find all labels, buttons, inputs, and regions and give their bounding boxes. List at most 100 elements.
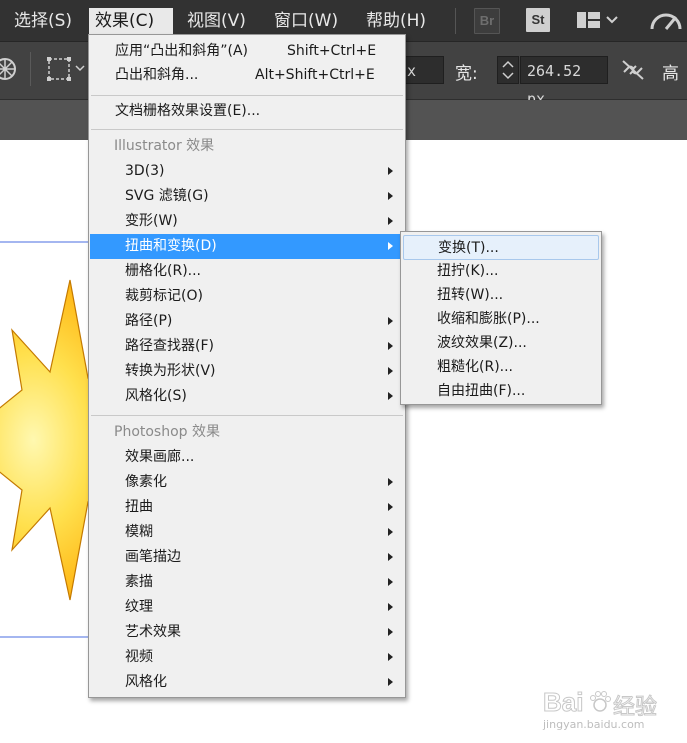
menu-item-label: 波纹效果(Z)... <box>437 335 527 351</box>
menu-select[interactable]: 选择(S) <box>8 8 78 34</box>
photoshop-effect-item-8[interactable]: 视频 <box>90 645 404 670</box>
gpu-performance-icon[interactable] <box>650 9 687 37</box>
baidu-jingyan-watermark: Bai 经验 jingyan.baidu.com <box>542 687 673 735</box>
recolor-wheel-icon[interactable] <box>0 56 18 86</box>
menu-item-label: 粗糙化(R)... <box>437 359 514 375</box>
menu-item-label: 画笔描边 <box>125 549 181 565</box>
distort-transform-item-2[interactable]: 扭转(W)... <box>403 283 599 308</box>
menu-item-label: 裁剪标记(O) <box>125 288 203 304</box>
illustrator-effect-item-9[interactable]: 风格化(S) <box>90 384 404 409</box>
menu-item-label: 路径(P) <box>125 313 173 329</box>
photoshop-effect-item-7[interactable]: 艺术效果 <box>90 620 404 645</box>
last-effect-item[interactable]: 凸出和斜角... Alt+Shift+Ctrl+E <box>90 63 404 88</box>
menu-item-label: 扭转(W)... <box>437 287 504 303</box>
transform-bounding-icon[interactable] <box>46 56 88 86</box>
menu-item-label: 模糊 <box>125 524 153 540</box>
submenu-arrow-icon <box>388 392 393 400</box>
distort-transform-item-1[interactable]: 扭拧(K)... <box>403 259 599 284</box>
menu-item-label: 收缩和膨胀(P)... <box>437 311 540 327</box>
photoshop-effect-item-6[interactable]: 纹理 <box>90 595 404 620</box>
menu-item-label: 栅格化(R)... <box>125 263 202 279</box>
photoshop-effect-item-1[interactable]: 像素化 <box>90 470 404 495</box>
illustrator-effects-heading: Illustrator 效果 <box>114 138 215 154</box>
menu-item-label: 自由扭曲(F)... <box>437 383 526 399</box>
watermark-brand: Bai <box>542 687 584 718</box>
width-label: 宽: <box>455 64 478 84</box>
photoshop-effects-heading: Photoshop 效果 <box>114 424 221 440</box>
menu-help[interactable]: 帮助(H) <box>360 8 432 34</box>
watermark-url: jingyan.baidu.com <box>543 718 645 731</box>
height-label: 高 <box>662 64 679 84</box>
submenu-arrow-icon <box>388 342 393 350</box>
menu-window[interactable]: 窗口(W) <box>268 8 344 34</box>
menu-effect[interactable]: 效果(C) <box>89 8 173 34</box>
distort-transform-item-6[interactable]: 自由扭曲(F)... <box>403 379 599 404</box>
menu-item-label: 素描 <box>125 574 153 590</box>
menu-item-label: 扭曲 <box>125 499 153 515</box>
submenu-arrow-icon <box>388 653 393 661</box>
distort-transform-item-5[interactable]: 粗糙化(R)... <box>403 355 599 380</box>
menu-item-label: 艺术效果 <box>125 624 181 640</box>
illustrator-effect-item-5[interactable]: 裁剪标记(O) <box>90 284 404 309</box>
apply-last-effect-item[interactable]: 应用“凸出和斜角”(A) Shift+Ctrl+E <box>90 39 404 64</box>
menu-view[interactable]: 视图(V) <box>181 8 252 34</box>
menu-item-label: SVG 滤镜(G) <box>125 188 209 204</box>
menu-item-label: 扭拧(K)... <box>437 263 499 279</box>
submenu-arrow-icon <box>388 242 393 250</box>
menu-separator <box>91 415 403 416</box>
photoshop-effect-item-9[interactable]: 风格化 <box>90 670 404 695</box>
menu-item-label: 转换为形状(V) <box>125 363 216 379</box>
illustrator-effect-item-3[interactable]: 扭曲和变换(D) <box>90 234 404 259</box>
submenu-arrow-icon <box>388 192 393 200</box>
width-stepper[interactable] <box>497 56 519 84</box>
menu-separator <box>91 95 403 96</box>
menu-item-label: 风格化 <box>125 674 167 690</box>
bridge-icon[interactable]: Br <box>474 8 500 34</box>
menu-item-label: 纹理 <box>125 599 153 615</box>
menu-item-label: 变换(T)... <box>438 240 499 256</box>
menu-separator <box>91 129 403 130</box>
submenu-arrow-icon <box>388 678 393 686</box>
submenu-arrow-icon <box>388 167 393 175</box>
menubar-divider <box>455 8 456 34</box>
submenu-arrow-icon <box>388 503 393 511</box>
illustrator-effect-item-7[interactable]: 路径查找器(F) <box>90 334 404 359</box>
paw-icon <box>589 691 611 717</box>
effect-menu-dropdown: 应用“凸出和斜角”(A) Shift+Ctrl+E 凸出和斜角... Alt+S… <box>88 34 406 698</box>
raster-settings-item[interactable]: 文档栅格效果设置(E)... <box>90 99 404 124</box>
submenu-arrow-icon <box>388 628 393 636</box>
menu-item-label: 风格化(S) <box>125 388 187 404</box>
workspace-layout-icon[interactable] <box>577 11 619 35</box>
watermark-brand-cn: 经验 <box>612 695 658 721</box>
distort-transform-item-0[interactable]: 变换(T)... <box>403 235 599 260</box>
illustrator-effect-item-2[interactable]: 变形(W) <box>90 209 404 234</box>
illustrator-effect-item-1[interactable]: SVG 滤镜(G) <box>90 184 404 209</box>
width-input[interactable]: 264.52 px <box>520 56 608 108</box>
constrain-proportions-link-icon[interactable] <box>620 58 646 86</box>
submenu-arrow-icon <box>388 528 393 536</box>
submenu-arrow-icon <box>388 578 393 586</box>
illustrator-effect-item-4[interactable]: 栅格化(R)... <box>90 259 404 284</box>
illustrator-effect-item-6[interactable]: 路径(P) <box>90 309 404 334</box>
submenu-arrow-icon <box>388 217 393 225</box>
submenu-arrow-icon <box>388 367 393 375</box>
menu-item-label: 变形(W) <box>125 213 178 229</box>
submenu-arrow-icon <box>388 478 393 486</box>
distort-transform-item-4[interactable]: 波纹效果(Z)... <box>403 331 599 356</box>
distort-transform-item-3[interactable]: 收缩和膨胀(P)... <box>403 307 599 332</box>
photoshop-effect-item-2[interactable]: 扭曲 <box>90 495 404 520</box>
distort-transform-submenu: 变换(T)... 扭拧(K)... 扭转(W)... 收缩和膨胀(P)... 波纹效果(… <box>400 231 602 405</box>
submenu-arrow-icon <box>388 317 393 325</box>
control-divider <box>30 52 31 86</box>
photoshop-effect-item-0[interactable]: 效果画廊... <box>90 445 404 470</box>
photoshop-effect-item-3[interactable]: 模糊 <box>90 520 404 545</box>
stock-icon[interactable]: St <box>526 8 550 32</box>
menu-item-label: 3D(3) <box>125 163 165 179</box>
photoshop-effect-item-4[interactable]: 画笔描边 <box>90 545 404 570</box>
illustrator-effect-item-8[interactable]: 转换为形状(V) <box>90 359 404 384</box>
menu-item-label: 路径查找器(F) <box>125 338 214 354</box>
submenu-arrow-icon <box>388 603 393 611</box>
illustrator-effect-item-0[interactable]: 3D(3) <box>90 159 404 184</box>
submenu-arrow-icon <box>388 553 393 561</box>
photoshop-effect-item-5[interactable]: 素描 <box>90 570 404 595</box>
